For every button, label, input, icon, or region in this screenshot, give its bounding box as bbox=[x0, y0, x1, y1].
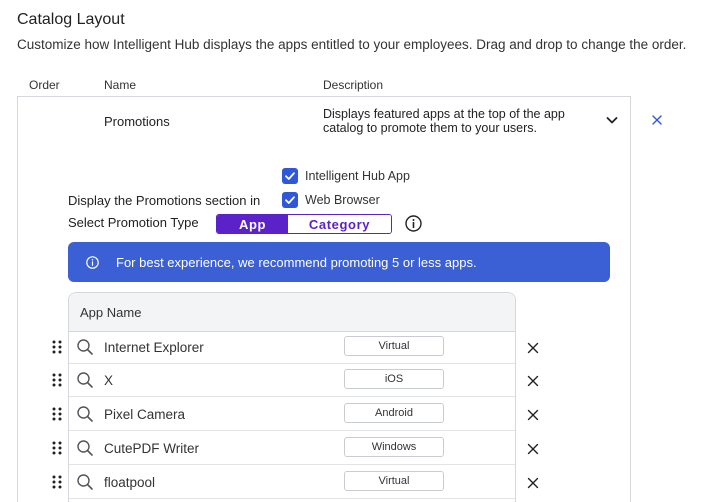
search-icon[interactable] bbox=[76, 405, 94, 423]
app-name: X bbox=[104, 373, 114, 388]
platform-badge: iOS bbox=[344, 369, 444, 389]
app-name: CutePDF Writer bbox=[104, 441, 200, 456]
search-icon[interactable] bbox=[76, 338, 94, 356]
drag-handle-icon[interactable] bbox=[51, 474, 63, 490]
column-header-order: Order bbox=[29, 78, 60, 92]
remove-app-icon[interactable] bbox=[527, 442, 539, 455]
remove-app-icon[interactable] bbox=[527, 374, 539, 387]
info-banner: For best experience, we recommend promot… bbox=[68, 242, 610, 282]
check-icon bbox=[285, 172, 295, 180]
platform-badge: Windows bbox=[344, 437, 444, 457]
platform-badge: Virtual bbox=[344, 336, 444, 356]
section-description: Displays featured apps at the top of the… bbox=[323, 107, 565, 135]
app-name: Internet Explorer bbox=[104, 340, 204, 355]
checkbox-label-web-browser: Web Browser bbox=[305, 193, 380, 207]
drag-handle-icon[interactable] bbox=[51, 440, 63, 456]
promotion-type-label: Select Promotion Type bbox=[68, 215, 199, 230]
page-title: Catalog Layout bbox=[17, 11, 125, 28]
column-header-name: Name bbox=[104, 78, 137, 92]
promotion-type-category-button[interactable]: Category bbox=[288, 215, 391, 233]
promotion-type-toggle: App Category bbox=[216, 214, 392, 234]
remove-app-icon[interactable] bbox=[527, 408, 539, 421]
column-header-description: Description bbox=[323, 78, 384, 92]
platform-badge: Android bbox=[344, 403, 444, 423]
banner-text: For best experience, we recommend promot… bbox=[116, 255, 477, 270]
drag-handle-icon[interactable] bbox=[51, 372, 63, 388]
check-icon bbox=[285, 196, 295, 204]
table-row: CutePDF Writer Windows bbox=[0, 431, 722, 465]
section-name: Promotions bbox=[104, 114, 170, 129]
remove-app-icon[interactable] bbox=[527, 476, 539, 489]
remove-section-icon[interactable] bbox=[649, 112, 665, 128]
search-icon[interactable] bbox=[76, 371, 94, 389]
page-subtitle: Customize how Intelligent Hub displays t… bbox=[17, 37, 687, 52]
table-row: floatpool Virtual bbox=[0, 465, 722, 499]
info-icon[interactable] bbox=[405, 215, 422, 232]
table-row: Internet Explorer Virtual bbox=[0, 330, 722, 364]
checkbox-intelligent-hub-app[interactable] bbox=[282, 168, 298, 184]
apps-table-header: App Name bbox=[69, 293, 515, 332]
info-icon bbox=[86, 256, 99, 269]
promotion-type-app-button[interactable]: App bbox=[217, 215, 288, 233]
checkbox-label-intelligent-hub-app: Intelligent Hub App bbox=[305, 169, 410, 183]
platform-badge: Virtual bbox=[344, 471, 444, 491]
app-name: floatpool bbox=[104, 475, 156, 490]
remove-app-icon[interactable] bbox=[527, 341, 539, 354]
table-row: Pixel Camera Android bbox=[0, 397, 722, 431]
checkbox-web-browser[interactable] bbox=[282, 192, 298, 208]
drag-handle-icon[interactable] bbox=[51, 406, 63, 422]
chevron-down-icon[interactable] bbox=[604, 112, 620, 128]
app-name: Pixel Camera bbox=[104, 407, 186, 422]
display-section-label: Display the Promotions section in bbox=[68, 193, 261, 208]
search-icon[interactable] bbox=[76, 473, 94, 491]
column-header-app-name: App Name bbox=[80, 305, 142, 320]
drag-handle-icon[interactable] bbox=[51, 339, 63, 355]
search-icon[interactable] bbox=[76, 439, 94, 457]
table-row: X iOS bbox=[0, 363, 722, 397]
row-divider bbox=[69, 498, 515, 499]
